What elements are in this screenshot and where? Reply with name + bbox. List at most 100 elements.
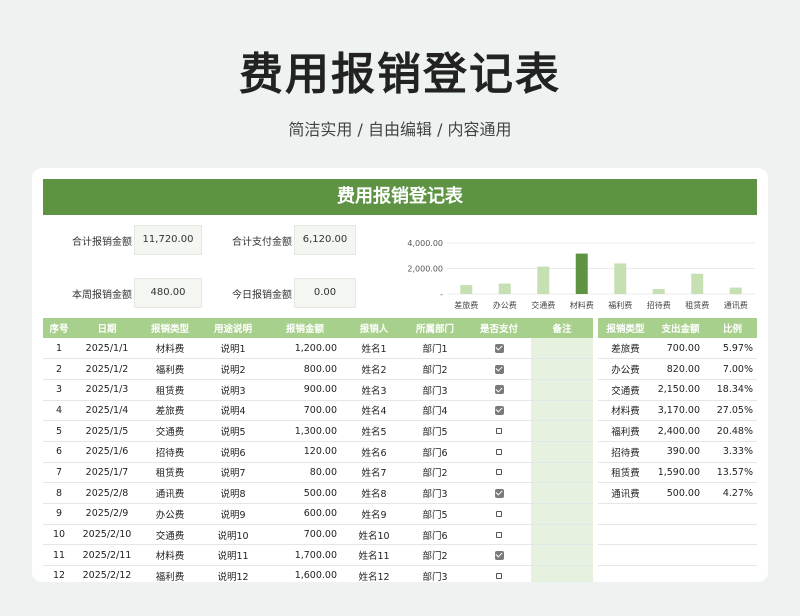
row-paid-cell[interactable] xyxy=(467,544,531,567)
row-no[interactable]: 8 xyxy=(43,482,75,504)
row-desc[interactable]: 说明11 xyxy=(201,544,265,567)
paid-checkbox-unchecked[interactable] xyxy=(496,428,502,435)
row-desc[interactable]: 说明10 xyxy=(201,524,265,546)
today-reimburse-value[interactable]: 0.00 xyxy=(294,278,356,308)
row-note[interactable] xyxy=(531,544,593,567)
row-no[interactable]: 11 xyxy=(43,544,75,567)
side-col-header-ratio[interactable]: 比例 xyxy=(708,318,757,338)
row-type[interactable]: 办公费 xyxy=(139,503,201,525)
row-note[interactable] xyxy=(531,482,593,504)
row-date[interactable]: 2025/2/11 xyxy=(75,544,139,567)
row-desc[interactable]: 说明7 xyxy=(201,462,265,484)
row-date[interactable]: 2025/1/1 xyxy=(75,338,139,360)
row-person[interactable]: 姓名4 xyxy=(345,400,403,422)
col-header-type[interactable]: 报销类型 xyxy=(139,318,201,338)
row-person[interactable]: 姓名11 xyxy=(345,544,403,567)
row-amount[interactable]: 1,700.00 xyxy=(265,544,345,567)
row-note[interactable] xyxy=(531,338,593,360)
row-no[interactable]: 1 xyxy=(43,338,75,360)
row-amount[interactable]: 1,300.00 xyxy=(265,420,345,442)
row-note[interactable] xyxy=(531,503,593,525)
row-person[interactable]: 姓名5 xyxy=(345,420,403,442)
table-row[interactable]: 3 2025/1/3 租赁费 说明3 900.00 姓名3 部门3 xyxy=(43,379,593,401)
row-person[interactable]: 姓名12 xyxy=(345,565,403,582)
table-row[interactable]: 10 2025/2/10 交通费 说明10 700.00 姓名10 部门6 xyxy=(43,524,593,546)
row-dept[interactable]: 部门4 xyxy=(403,400,467,422)
row-dept[interactable]: 部门6 xyxy=(403,441,467,463)
row-no[interactable]: 12 xyxy=(43,565,75,582)
paid-checkbox-checked[interactable] xyxy=(494,550,504,560)
row-paid-cell[interactable] xyxy=(467,482,531,504)
row-no[interactable]: 7 xyxy=(43,462,75,484)
row-amount[interactable]: 700.00 xyxy=(265,524,345,546)
row-paid-cell[interactable] xyxy=(467,420,531,442)
col-header-desc[interactable]: 用途说明 xyxy=(201,318,265,338)
row-paid-cell[interactable] xyxy=(467,400,531,422)
table-row[interactable]: 11 2025/2/11 材料费 说明11 1,700.00 姓名11 部门2 xyxy=(43,544,593,567)
row-dept[interactable]: 部门5 xyxy=(403,420,467,442)
table-row[interactable]: 12 2025/2/12 福利费 说明12 1,600.00 姓名12 部门3 xyxy=(43,565,593,582)
row-dept[interactable]: 部门5 xyxy=(403,503,467,525)
row-dept[interactable]: 部门3 xyxy=(403,565,467,582)
row-dept[interactable]: 部门3 xyxy=(403,482,467,504)
row-paid-cell[interactable] xyxy=(467,524,531,546)
row-note[interactable] xyxy=(531,441,593,463)
row-amount[interactable]: 600.00 xyxy=(265,503,345,525)
row-no[interactable]: 3 xyxy=(43,379,75,401)
paid-checkbox-checked[interactable] xyxy=(494,405,504,415)
row-date[interactable]: 2025/1/5 xyxy=(75,420,139,442)
row-dept[interactable]: 部门2 xyxy=(403,544,467,567)
row-type[interactable]: 交通费 xyxy=(139,524,201,546)
row-desc[interactable]: 说明3 xyxy=(201,379,265,401)
col-header-note[interactable]: 备注 xyxy=(531,318,593,338)
row-amount[interactable]: 500.00 xyxy=(265,482,345,504)
row-paid-cell[interactable] xyxy=(467,565,531,582)
row-note[interactable] xyxy=(531,379,593,401)
row-note[interactable] xyxy=(531,565,593,582)
row-note[interactable] xyxy=(531,420,593,442)
row-desc[interactable]: 说明2 xyxy=(201,358,265,380)
row-person[interactable]: 姓名2 xyxy=(345,358,403,380)
row-person[interactable]: 姓名1 xyxy=(345,338,403,360)
side-col-header-amount[interactable]: 支出金额 xyxy=(653,318,708,338)
row-no[interactable]: 4 xyxy=(43,400,75,422)
row-note[interactable] xyxy=(531,358,593,380)
col-header-amount[interactable]: 报销金额 xyxy=(265,318,345,338)
row-amount[interactable]: 900.00 xyxy=(265,379,345,401)
row-paid-cell[interactable] xyxy=(467,503,531,525)
row-date[interactable]: 2025/2/10 xyxy=(75,524,139,546)
row-amount[interactable]: 1,600.00 xyxy=(265,565,345,582)
row-person[interactable]: 姓名10 xyxy=(345,524,403,546)
paid-checkbox-checked[interactable] xyxy=(494,385,504,395)
row-date[interactable]: 2025/1/7 xyxy=(75,462,139,484)
paid-checkbox-checked[interactable] xyxy=(494,343,504,353)
paid-checkbox-checked[interactable] xyxy=(494,488,504,498)
row-no[interactable]: 6 xyxy=(43,441,75,463)
row-no[interactable]: 10 xyxy=(43,524,75,546)
paid-checkbox-unchecked[interactable] xyxy=(496,572,502,579)
row-dept[interactable]: 部门1 xyxy=(403,338,467,360)
row-type[interactable]: 福利费 xyxy=(139,565,201,582)
row-dept[interactable]: 部门3 xyxy=(403,379,467,401)
row-dept[interactable]: 部门2 xyxy=(403,358,467,380)
row-person[interactable]: 姓名8 xyxy=(345,482,403,504)
table-row[interactable]: 5 2025/1/5 交通费 说明5 1,300.00 姓名5 部门5 xyxy=(43,420,593,442)
row-dept[interactable]: 部门2 xyxy=(403,462,467,484)
row-paid-cell[interactable] xyxy=(467,338,531,360)
row-amount[interactable]: 700.00 xyxy=(265,400,345,422)
row-note[interactable] xyxy=(531,462,593,484)
col-header-paid[interactable]: 是否支付 xyxy=(467,318,531,338)
row-desc[interactable]: 说明4 xyxy=(201,400,265,422)
paid-checkbox-unchecked[interactable] xyxy=(496,469,502,476)
row-note[interactable] xyxy=(531,524,593,546)
row-type[interactable]: 材料费 xyxy=(139,544,201,567)
row-person[interactable]: 姓名7 xyxy=(345,462,403,484)
row-person[interactable]: 姓名9 xyxy=(345,503,403,525)
row-amount[interactable]: 120.00 xyxy=(265,441,345,463)
row-date[interactable]: 2025/2/8 xyxy=(75,482,139,504)
row-no[interactable]: 5 xyxy=(43,420,75,442)
row-person[interactable]: 姓名3 xyxy=(345,379,403,401)
row-type[interactable]: 租赁费 xyxy=(139,379,201,401)
row-date[interactable]: 2025/1/6 xyxy=(75,441,139,463)
table-row[interactable]: 9 2025/2/9 办公费 说明9 600.00 姓名9 部门5 xyxy=(43,503,593,525)
